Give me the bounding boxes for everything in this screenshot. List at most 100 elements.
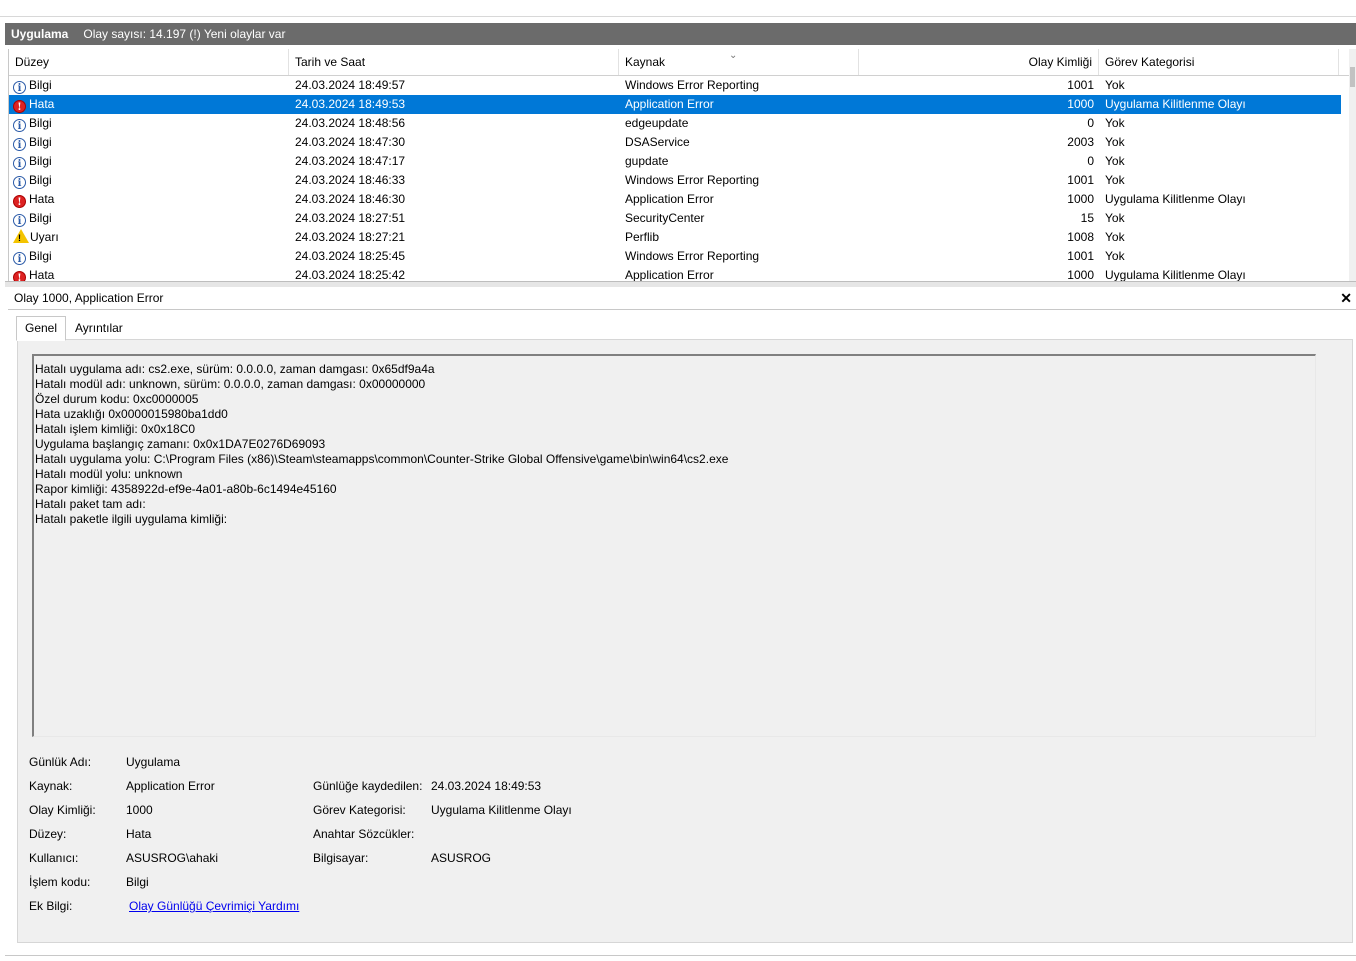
log-title-bar: Uygulama Olay sayısı: 14.197 (!) Yeni ol… xyxy=(5,23,1356,45)
prop-opcode-value: Bilgi xyxy=(126,875,149,889)
description-line: Rapor kimliği: 4358922d-ef9e-4a01-a80b-6… xyxy=(35,482,337,496)
cell-source: Application Error xyxy=(625,97,714,111)
prop-more-info-label: Ek Bilgi: xyxy=(29,899,73,913)
prop-computer-value: ASUSROG xyxy=(431,851,492,865)
level-text: Uyarı xyxy=(30,230,59,244)
cell-date: 24.03.2024 18:46:30 xyxy=(295,192,406,206)
cell-task-category: Yok xyxy=(1105,249,1125,263)
prop-task-value: Uygulama Kilitlenme Olayı xyxy=(431,803,572,817)
info-icon: i xyxy=(13,119,26,132)
info-icon: i xyxy=(13,157,26,170)
table-row[interactable]: i Bilgi 24.03.2024 18:46:33 Windows Error R… xyxy=(9,171,1341,190)
cell-event-id: 15 xyxy=(1080,211,1094,225)
table-row[interactable]: ! Hata 24.03.2024 18:46:30 Application Erro… xyxy=(9,190,1341,209)
bottom-border xyxy=(5,955,1356,956)
table-row[interactable]: i Bilgi 24.03.2024 18:47:17 gupdate 0 Yok xyxy=(9,152,1341,171)
cell-task-category: Yok xyxy=(1105,173,1125,187)
table-row[interactable]: ! Uyarı 24.03.2024 18:27:21 Perflib 1008 Yok xyxy=(9,228,1341,247)
cell-source: gupdate xyxy=(625,154,669,168)
error-icon: ! xyxy=(13,195,26,208)
cell-event-id: 1000 xyxy=(1067,268,1094,281)
cell-source: Windows Error Reporting xyxy=(625,173,760,187)
level-text: Bilgi xyxy=(29,78,52,92)
table-row[interactable]: i Bilgi 24.03.2024 18:47:30 DSAService 2003 Y… xyxy=(9,133,1341,152)
info-icon: i xyxy=(13,138,26,151)
log-name: Uygulama xyxy=(11,27,69,41)
level-text: Bilgi xyxy=(29,211,52,225)
cell-source: Windows Error Reporting xyxy=(625,78,760,92)
cell-source: Windows Error Reporting xyxy=(625,249,760,263)
prop-computer-label: Bilgisayar: xyxy=(313,851,369,865)
prop-event-id-value: 1000 xyxy=(126,803,153,817)
column-date[interactable]: Tarih ve Saat ⌄ xyxy=(289,49,737,75)
tab-details[interactable]: Ayrıntılar xyxy=(67,318,131,339)
scrollbar-thumb[interactable] xyxy=(1350,67,1355,87)
description-line: Hatalı modül adı: unknown, sürüm: 0.0.0.… xyxy=(35,377,426,391)
cell-level: i Bilgi xyxy=(13,133,283,152)
cell-date: 24.03.2024 18:47:17 xyxy=(295,154,406,168)
error-icon: ! xyxy=(13,100,26,113)
cell-level: i Bilgi xyxy=(13,209,283,228)
close-icon[interactable]: ✕ xyxy=(1340,288,1352,309)
column-level[interactable]: Düzey xyxy=(9,49,289,75)
cell-date: 24.03.2024 18:46:33 xyxy=(295,173,406,187)
event-list[interactable]: Düzey Tarih ve Saat ⌄ Kaynak Olay Kimliğ… xyxy=(8,49,1356,281)
cell-level: i Bilgi xyxy=(13,76,283,95)
cell-event-id: 1001 xyxy=(1067,78,1094,92)
cell-date: 24.03.2024 18:27:21 xyxy=(295,230,406,244)
prop-level-label: Düzey: xyxy=(29,827,67,841)
cell-source: Application Error xyxy=(625,192,714,206)
description-line: Hatalı paket tam adı: xyxy=(35,497,146,511)
cell-level: ! Hata xyxy=(13,266,283,281)
cell-level: i Bilgi xyxy=(13,152,283,171)
prop-logged-value: 24.03.2024 18:49:53 xyxy=(431,779,542,793)
table-row[interactable]: i Bilgi 24.03.2024 18:27:51 SecurityCenter 1… xyxy=(9,209,1341,228)
cell-task-category: Yok xyxy=(1105,230,1125,244)
vertical-scrollbar[interactable] xyxy=(1349,49,1356,281)
description-line: Hatalı işlem kimliği: 0x0x18C0 xyxy=(35,422,196,436)
cell-date: 24.03.2024 18:27:51 xyxy=(295,211,406,225)
cell-task-category: Uygulama Kilitlenme Olayı xyxy=(1105,97,1246,111)
column-header: Düzey Tarih ve Saat ⌄ Kaynak Olay Kimliğ… xyxy=(9,49,1349,76)
event-rows: i Bilgi 24.03.2024 18:49:57 Windows Error R… xyxy=(9,76,1341,281)
cell-event-id: 1001 xyxy=(1067,249,1094,263)
info-icon: i xyxy=(13,176,26,189)
online-help-link[interactable]: Olay Günlüğü Çevrimiçi Yardımı xyxy=(129,898,299,914)
description-line: Hatalı uygulama adı: cs2.exe, sürüm: 0.0… xyxy=(35,362,435,376)
prop-keywords-label: Anahtar Sözcükler: xyxy=(313,827,415,841)
cell-event-id: 2003 xyxy=(1067,135,1094,149)
general-tab-panel: Hatalı uygulama adı: cs2.exe, sürüm: 0.0… xyxy=(17,339,1353,943)
prop-opcode-label: İşlem kodu: xyxy=(29,875,91,889)
event-count: Olay sayısı: 14.197 (!) Yeni olaylar var xyxy=(83,27,286,41)
description-line: Hatalı paketle ilgili uygulama kimliği: xyxy=(35,512,228,526)
prop-level-value: Hata xyxy=(126,827,152,841)
level-text: Bilgi xyxy=(29,135,52,149)
table-row[interactable]: ! Hata 24.03.2024 18:25:42 Application Erro… xyxy=(9,266,1341,281)
cell-date: 24.03.2024 18:25:45 xyxy=(295,249,406,263)
cell-task-category: Uygulama Kilitlenme Olayı xyxy=(1105,192,1246,206)
column-task-category[interactable]: Görev Kategorisi xyxy=(1099,49,1339,75)
event-detail-title: Olay 1000, Application Error xyxy=(14,291,164,305)
table-row[interactable]: ! Hata 24.03.2024 18:49:53 Application Erro… xyxy=(9,95,1341,114)
column-source[interactable]: Kaynak xyxy=(619,49,859,75)
prop-user-value: ASUSROG\ahaki xyxy=(126,851,219,865)
description-line: Özel durum kodu: 0xc0000005 xyxy=(35,392,199,406)
column-event-id[interactable]: Olay Kimliği xyxy=(859,49,1099,75)
cell-source: Application Error xyxy=(625,268,714,281)
cell-date: 24.03.2024 18:48:56 xyxy=(295,116,406,130)
cell-event-id: 1008 xyxy=(1067,230,1094,244)
tab-general[interactable]: Genel xyxy=(16,316,67,341)
event-description[interactable]: Hatalı uygulama adı: cs2.exe, sürüm: 0.0… xyxy=(32,354,1316,737)
level-text: Hata xyxy=(29,268,55,281)
description-line: Hatalı modül yolu: unknown xyxy=(35,467,183,481)
info-icon: i xyxy=(13,252,26,265)
table-row[interactable]: i Bilgi 24.03.2024 18:49:57 Windows Error R… xyxy=(9,76,1341,95)
pane-splitter[interactable] xyxy=(5,281,1356,287)
table-row[interactable]: i Bilgi 24.03.2024 18:25:45 Windows Error R… xyxy=(9,247,1341,266)
cell-task-category: Uygulama Kilitlenme Olayı xyxy=(1105,268,1246,281)
top-strip xyxy=(0,0,1356,17)
description-line: Uygulama başlangıç zamanı: 0x0x1DA7E0276… xyxy=(35,437,326,451)
table-row[interactable]: i Bilgi 24.03.2024 18:48:56 edgeupdate 0 Yok xyxy=(9,114,1341,133)
cell-task-category: Yok xyxy=(1105,211,1125,225)
cell-level: i Bilgi xyxy=(13,114,283,133)
